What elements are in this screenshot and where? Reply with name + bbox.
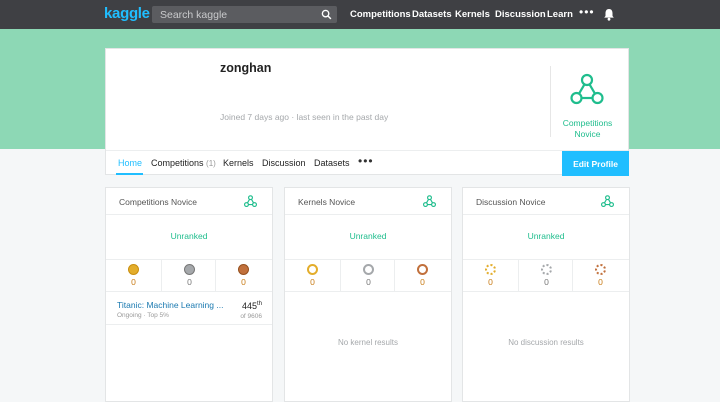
search-input[interactable] [152,6,318,23]
nav-kernels[interactable]: Kernels [455,9,490,20]
bronze-medal-count: 0 [598,277,603,287]
nav-competitions[interactable]: Competitions [350,9,411,20]
competition-total: of 9606 [240,313,262,320]
rank-status: Unranked [527,231,565,241]
novice-tier-icon [601,195,614,208]
panel-title: Discussion Novice [476,197,546,207]
profile-tabs: Home Competitions (1) Kernels Discussion… [106,150,629,176]
bronze-medal-cell: 0 [395,260,450,292]
top-nav-bar: kaggle Competitions Datasets Kernels Dis… [0,0,720,29]
tabs-more-menu[interactable]: ••• [358,154,374,168]
competitions-panel: Competitions Novice Unranked 0 0 0 Titan… [105,187,273,402]
profile-card: zonghan Joined 7 days ago · last seen in… [105,48,629,176]
kaggle-logo[interactable]: kaggle [104,5,150,22]
gold-medal-count: 0 [310,277,315,287]
silver-medal-icon [541,264,552,275]
bronze-medal-cell: 0 [573,260,628,292]
silver-medal-cell: 0 [518,260,573,292]
gold-medal-icon [307,264,318,275]
tab-home[interactable]: Home [118,158,142,168]
medal-row: 0 0 0 [285,259,451,292]
competition-rank-suffix: th [256,301,262,307]
edit-profile-button[interactable]: Edit Profile [562,151,629,176]
panel-header: Discussion Novice [463,188,629,215]
nav-more-menu[interactable]: ••• [579,5,595,19]
panel-title: Competitions Novice [119,197,197,207]
discussion-panel: Discussion Novice Unranked 0 0 0 No disc… [462,187,630,402]
nav-learn[interactable]: Learn [547,9,573,20]
panel-title: Kernels Novice [298,197,356,207]
tab-datasets[interactable]: Datasets [314,158,350,168]
kernels-panel: Kernels Novice Unranked 0 0 0 No kernel … [284,187,452,402]
empty-state-text: No kernel results [337,338,399,347]
silver-medal-count: 0 [544,277,549,287]
competition-entry[interactable]: Titanic: Machine Learning ... Ongoing · … [106,293,272,325]
competition-rank-number: 445 [241,301,257,311]
silver-medal-cell: 0 [340,260,395,292]
silver-medal-icon [363,264,374,275]
profile-username: zonghan [220,61,272,75]
profile-joined-text: Joined 7 days ago · last seen in the pas… [220,112,389,122]
rank-status: Unranked [170,231,208,241]
competition-status: Ongoing · Top 5% [117,312,169,319]
gold-medal-icon [128,264,139,275]
rank-status: Unranked [349,231,387,241]
competition-title-link[interactable]: Titanic: Machine Learning ... [117,300,223,310]
empty-state-text: No discussion results [508,338,584,347]
novice-tier-icon [570,73,604,105]
bronze-medal-count: 0 [241,277,246,287]
bronze-medal-icon [417,264,428,275]
gold-medal-count: 0 [131,277,136,287]
tier-label-line2: Novice [574,129,601,139]
novice-tier-icon [244,195,257,208]
gold-medal-cell: 0 [285,260,340,292]
tier-label: Competitions Novice [556,118,619,140]
search-icon[interactable] [321,9,332,20]
novice-tier-icon [423,195,436,208]
panel-header: Kernels Novice [285,188,451,215]
tier-label-line1: Competitions [562,118,613,128]
tab-competitions[interactable]: Competitions (1) [151,158,216,168]
medal-row: 0 0 0 [463,259,629,292]
gold-medal-cell: 0 [463,260,518,292]
tab-discussion[interactable]: Discussion [262,158,306,168]
bronze-medal-count: 0 [420,277,425,287]
bronze-medal-cell: 0 [216,260,271,292]
silver-medal-cell: 0 [161,260,216,292]
gold-medal-count: 0 [488,277,493,287]
active-tab-indicator [116,173,143,175]
silver-medal-icon [184,264,195,275]
bronze-medal-icon [238,264,249,275]
competition-rank: 445th [242,301,262,311]
nav-datasets[interactable]: Datasets [412,9,452,20]
nav-discussion[interactable]: Discussion [495,9,546,20]
search-box[interactable] [152,6,337,23]
tab-kernels[interactable]: Kernels [223,158,254,168]
tab-competitions-count: (1) [206,159,216,168]
silver-medal-count: 0 [366,277,371,287]
gold-medal-cell: 0 [106,260,161,292]
tier-divider [550,66,551,137]
silver-medal-count: 0 [187,277,192,287]
gold-medal-icon [485,264,496,275]
bell-icon[interactable] [603,8,615,21]
tab-competitions-label: Competitions [151,158,204,168]
bronze-medal-icon [595,264,606,275]
panel-header: Competitions Novice [106,188,272,215]
medal-row: 0 0 0 [106,259,272,292]
